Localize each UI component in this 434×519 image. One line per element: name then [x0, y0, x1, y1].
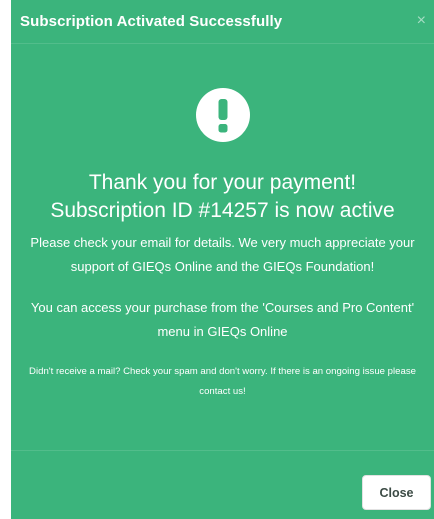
modal-header: Subscription Activated Successfully × [11, 0, 434, 44]
headline-subscription-id: Subscription ID #14257 is now active [50, 199, 395, 222]
close-icon[interactable]: × [417, 13, 426, 29]
spam-note: Didn't receive a mail? Check your spam a… [29, 366, 416, 397]
modal-footer: Close [11, 450, 434, 519]
headline-thanks: Thank you for your payment! [88, 171, 357, 194]
success-headline: Thank you for your payment! Subscription… [11, 169, 434, 225]
modal-title: Subscription Activated Successfully [20, 13, 283, 30]
exclamation-circle-icon [195, 88, 250, 142]
email-details-message: Please check your email for details. We … [30, 235, 415, 274]
modal-body: Thank you for your payment! Subscription… [11, 44, 434, 450]
close-button[interactable]: Close [362, 475, 431, 510]
access-purchase-message: You can access your purchase from the 'C… [30, 300, 415, 339]
subscription-modal: Subscription Activated Successfully × Th… [11, 0, 434, 519]
